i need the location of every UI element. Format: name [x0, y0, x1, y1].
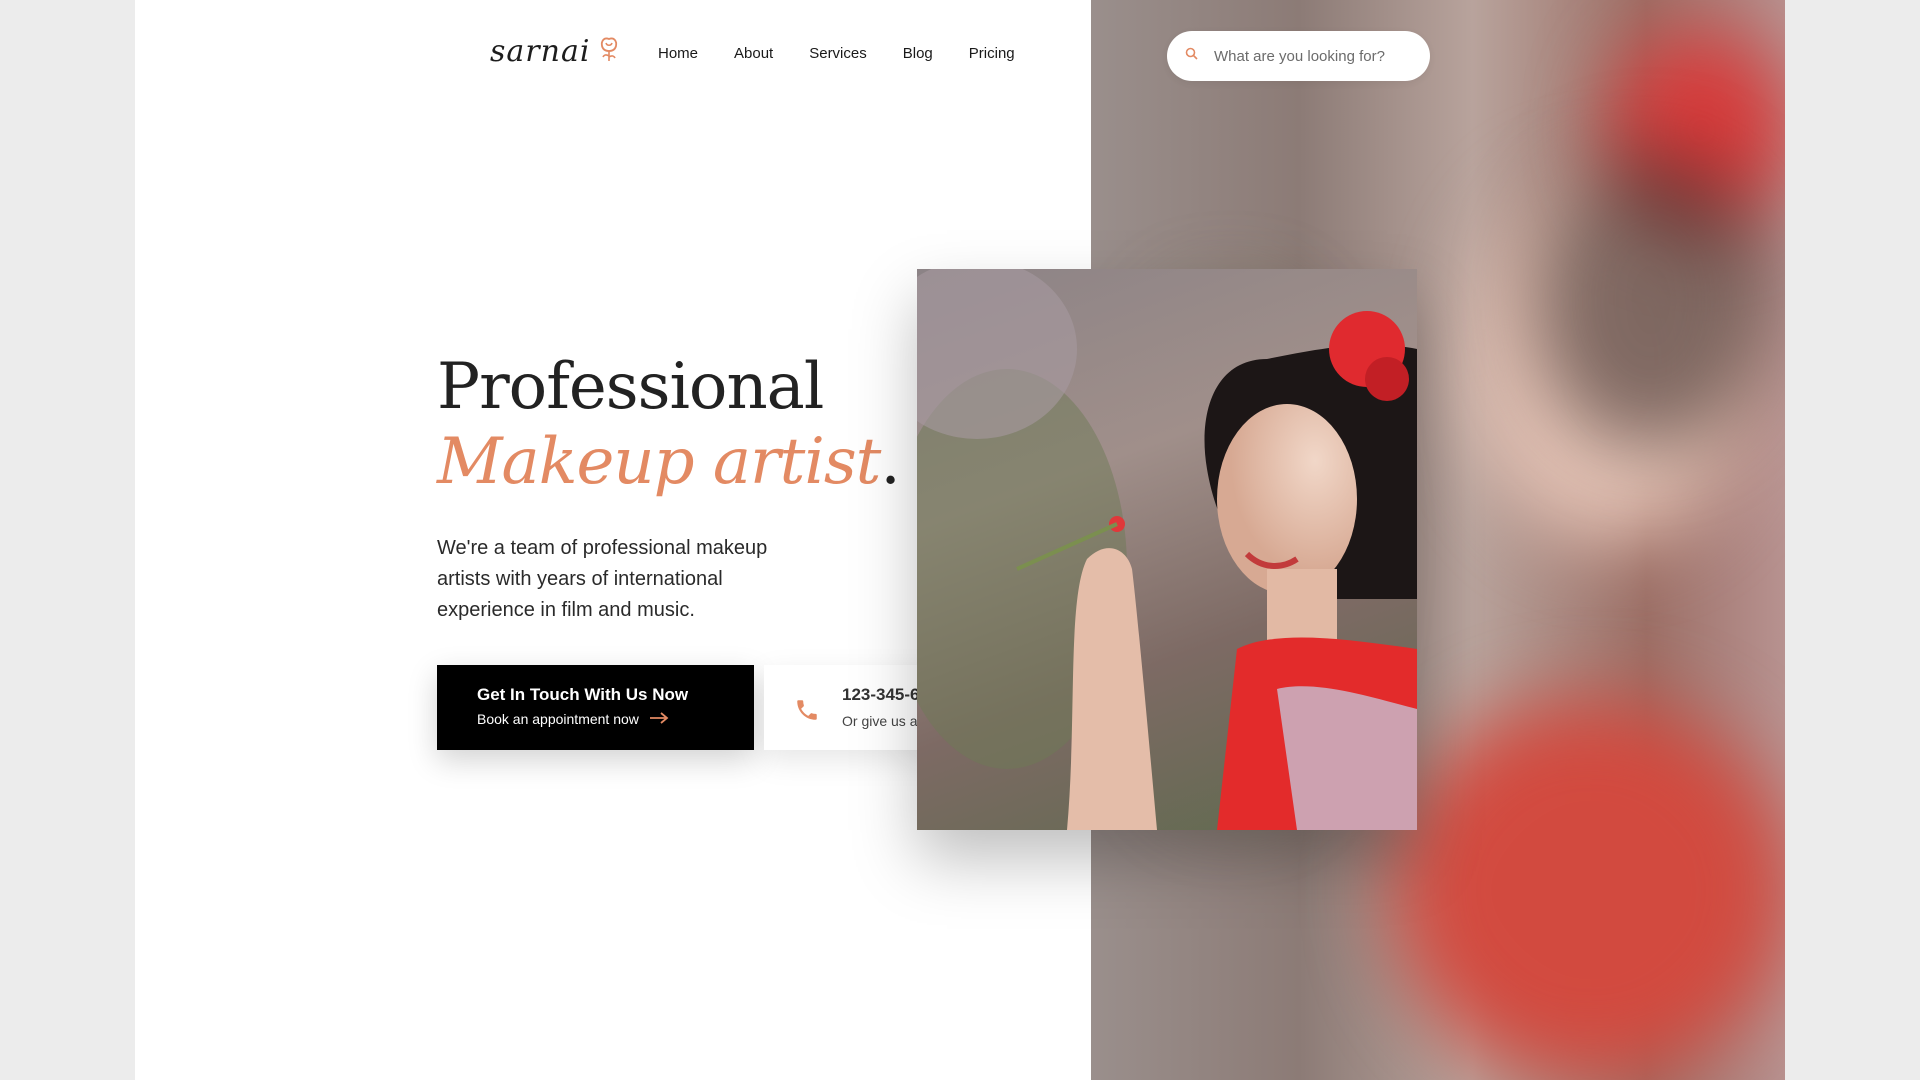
search-icon — [1185, 47, 1198, 65]
get-in-touch-button[interactable]: Get In Touch With Us Now Book an appoint… — [437, 665, 754, 750]
search-input[interactable] — [1212, 46, 1396, 66]
nav-home[interactable]: Home — [658, 45, 698, 62]
hero-photo — [917, 269, 1417, 830]
cta-subtitle: Book an appointment now — [477, 711, 639, 727]
page: sarnai Home About Services Blog Pricing … — [135, 0, 1785, 1080]
brand-logo[interactable]: sarnai — [490, 34, 620, 69]
rose-icon — [598, 35, 620, 68]
brand-name: sarnai — [490, 34, 591, 69]
hero-title-punct: . — [880, 425, 900, 499]
hero-description: We're a team of professional makeup arti… — [437, 537, 768, 621]
nav-pricing[interactable]: Pricing — [969, 45, 1015, 62]
hero-title-accent: Makeup artist — [437, 425, 881, 499]
arrow-right-icon — [649, 711, 669, 727]
hero-title-line1: Professional — [437, 350, 824, 424]
nav-services[interactable]: Services — [809, 45, 867, 62]
search-bar[interactable] — [1167, 31, 1430, 81]
hero-title-line2: Makeup artist. — [437, 425, 901, 499]
cta-title: Get In Touch With Us Now — [477, 685, 689, 704]
nav-about[interactable]: About — [734, 45, 773, 62]
main-nav: Home About Services Blog Pricing — [658, 45, 1015, 62]
nav-blog[interactable]: Blog — [903, 45, 933, 62]
phone-icon — [794, 685, 820, 750]
